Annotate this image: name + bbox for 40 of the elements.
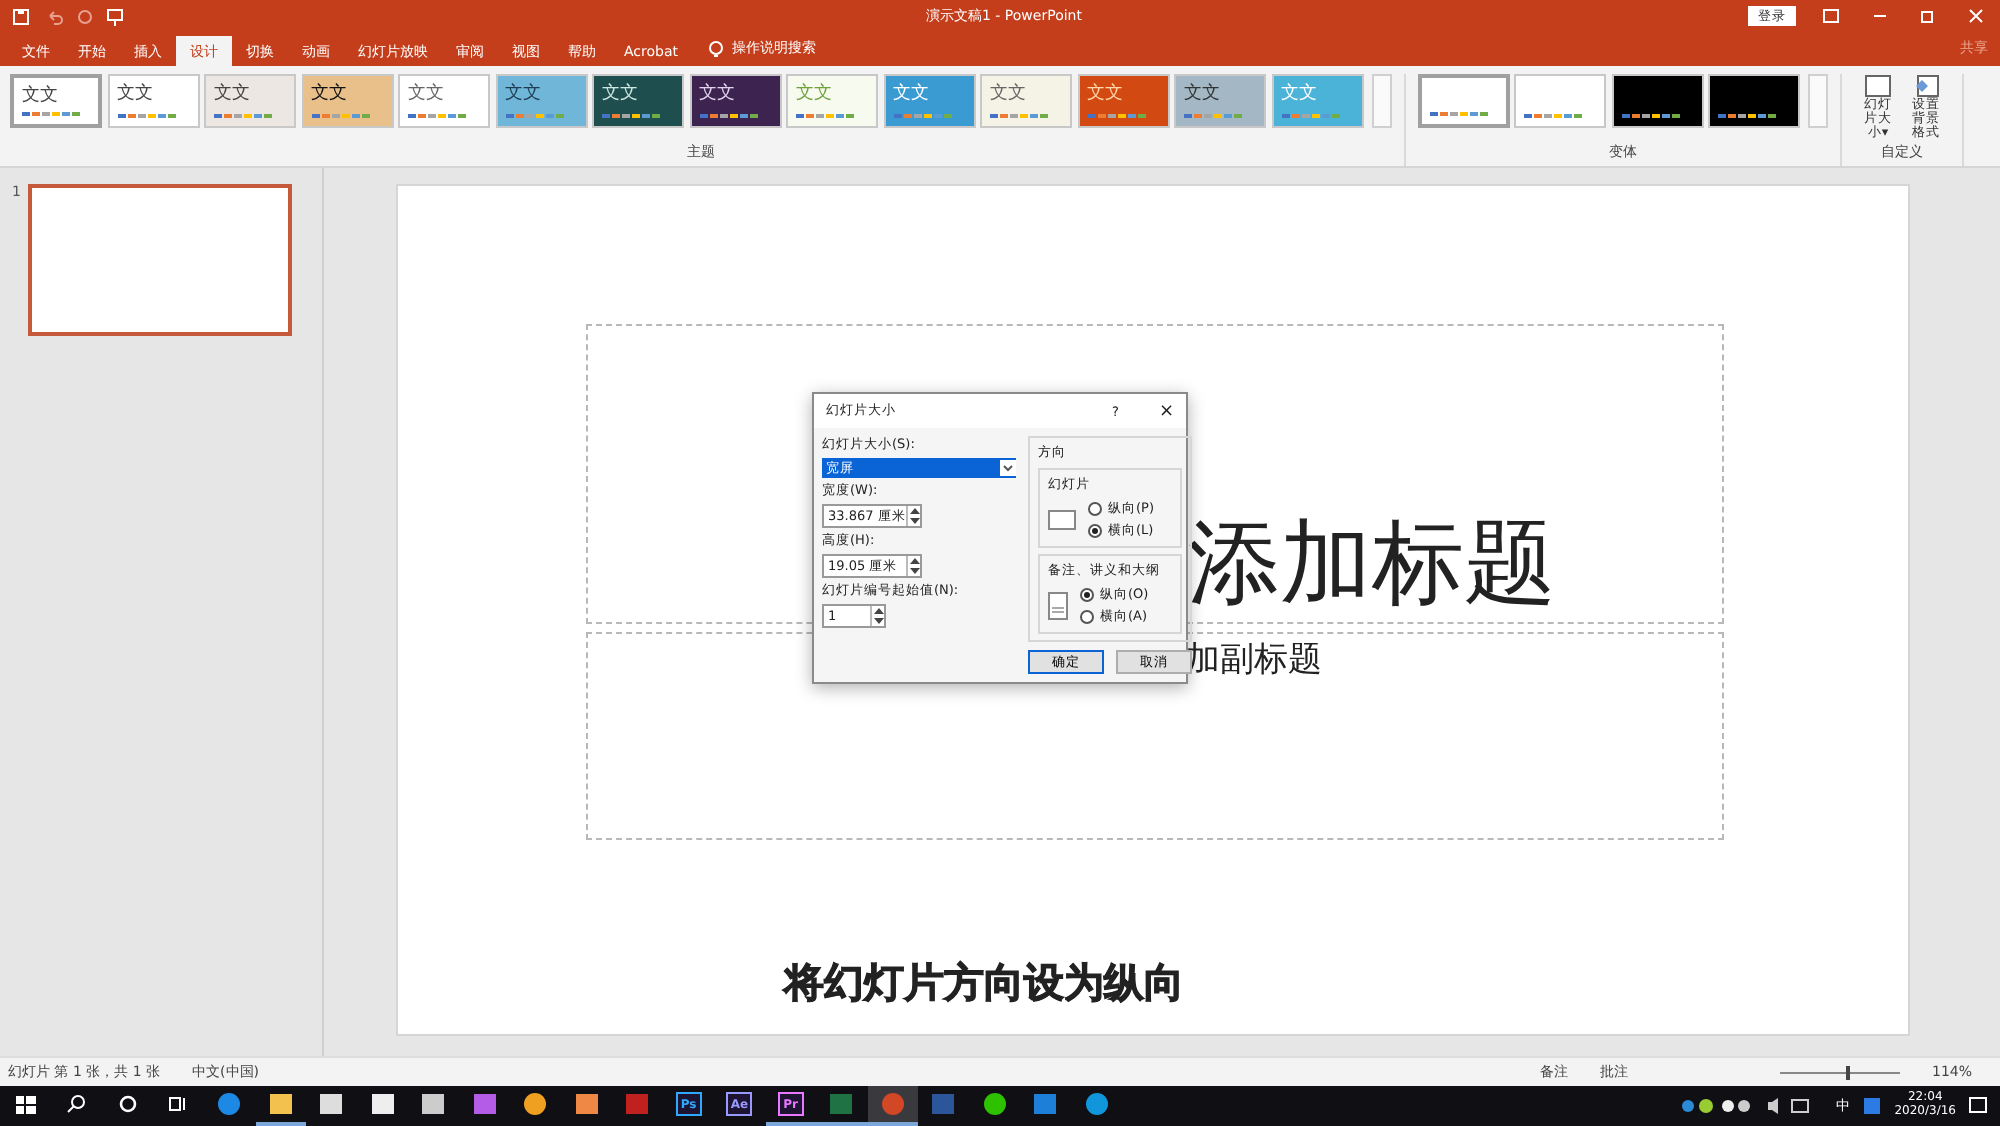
title-text: 添加标题 [1188,506,1556,620]
theme-thumbnail[interactable]: 文文 [398,74,490,128]
theme-thumbnail[interactable]: 文文 [689,74,781,128]
theme-thumbnail[interactable]: 文文 [592,74,684,128]
variant-thumbnail[interactable] [1514,74,1606,128]
notification-icon[interactable] [1968,1096,1988,1116]
spin-down-icon[interactable] [873,618,883,624]
presenter-icon[interactable] [106,7,124,25]
landscape-page-icon [1048,510,1076,530]
close-icon[interactable] [1968,8,1984,24]
app-icon[interactable] [573,1092,600,1116]
restore-icon[interactable] [1920,8,1936,24]
spin-up-icon[interactable] [909,508,919,514]
tray-icons-drawing[interactable] [1680,1096,1753,1116]
slide-icon [1864,74,1892,98]
variant-thumbnail[interactable] [1417,74,1509,128]
video-caption: 将幻灯片方向设为纵向 [784,956,1184,1010]
theme-thumbnail[interactable]: 文文 [980,74,1072,128]
variant-thumbnail[interactable] [1611,74,1703,128]
app-icon[interactable] [471,1092,498,1116]
dropdown-caret-icon[interactable] [1000,460,1016,476]
theme-thumbnail[interactable]: 文文 [1174,74,1266,128]
slide-thumbnail[interactable] [28,184,293,336]
ribbon-display-icon[interactable] [1822,8,1840,24]
lightbulb-icon [708,40,724,60]
close-button[interactable]: × [1158,401,1174,421]
theme-thumbnail[interactable]: 文文 [10,74,102,128]
spin-up-icon[interactable] [873,608,883,614]
paint-bucket-icon [1912,74,1940,98]
spin-up-icon[interactable] [909,558,919,564]
spin-down-icon[interactable] [909,518,919,524]
portrait-page-icon [1048,592,1068,620]
app-icon[interactable] [1862,1096,1883,1116]
theme-thumbnail[interactable]: 文文 [107,74,199,128]
save-icon[interactable] [12,7,30,25]
theme-thumbnail[interactable]: 文文 [204,74,296,128]
spin-down-icon[interactable] [909,568,919,574]
theme-thumbnail[interactable]: 文文 [301,74,393,128]
variant-thumbnail[interactable] [1708,74,1800,128]
theme-thumbnail[interactable]: 文文 [495,74,587,128]
